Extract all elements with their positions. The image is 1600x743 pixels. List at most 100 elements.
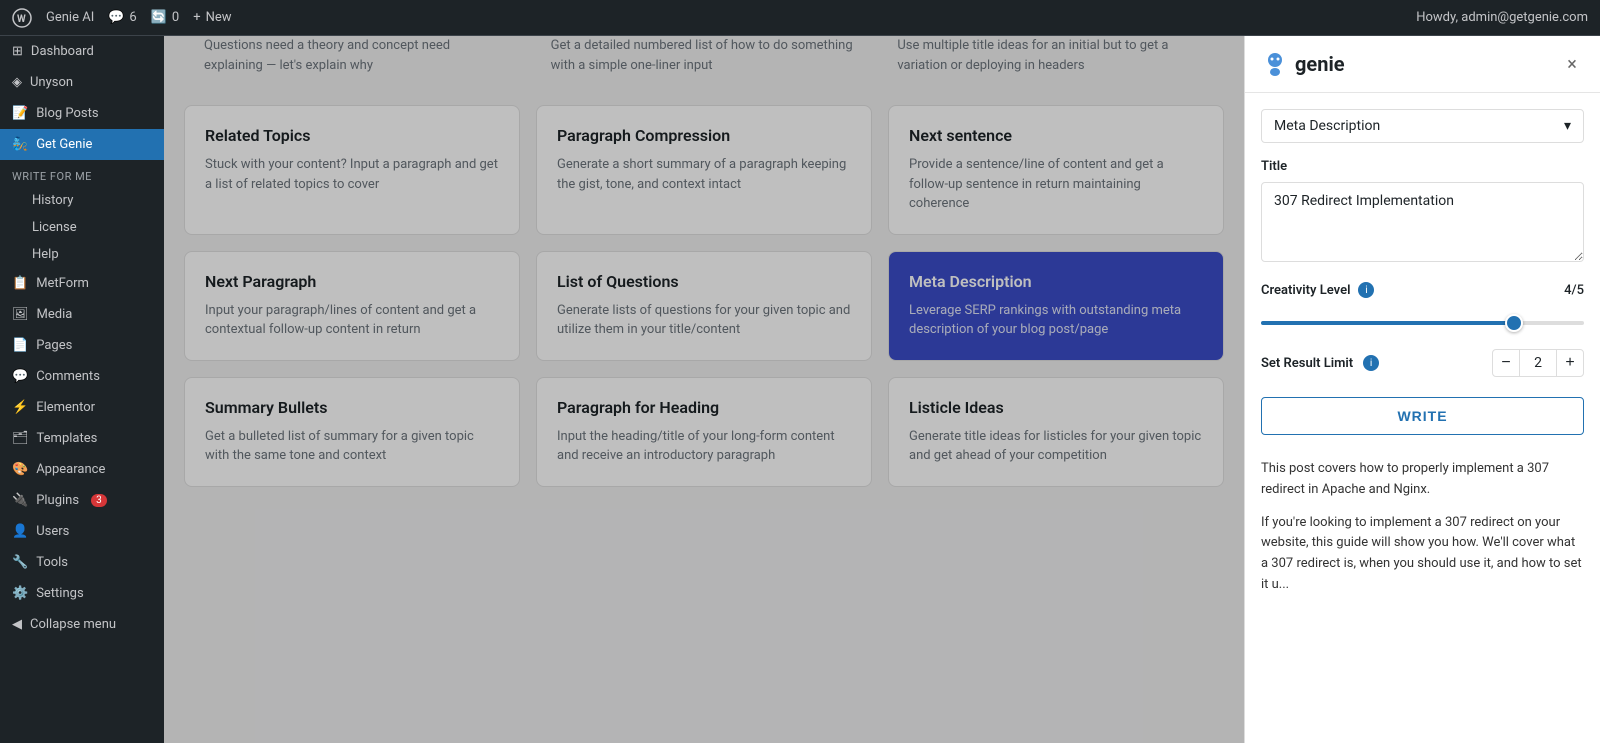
- panel-close-button[interactable]: ×: [1560, 52, 1584, 76]
- collapse-label: Collapse menu: [30, 617, 116, 632]
- cards-area: Related Topics Stuck with your content? …: [164, 85, 1244, 507]
- card-desc-next-sentence: Provide a sentence/line of content and g…: [909, 155, 1203, 214]
- genie-panel-icon: [1261, 50, 1289, 78]
- sidebar-item-help[interactable]: Help: [0, 241, 164, 268]
- partial-top-right: Use multiple title ideas for an initial …: [877, 36, 1224, 85]
- sidebar-item-unyson[interactable]: ◈ Unyson: [0, 67, 164, 98]
- bubble-icon: 💬: [108, 10, 124, 25]
- settings-label: Settings: [36, 586, 83, 601]
- card-desc-paragraph-for-heading: Input the heading/title of your long-for…: [557, 427, 851, 466]
- main-content: Questions need a theory and concept need…: [164, 36, 1244, 743]
- sidebar-item-appearance[interactable]: 🎨 Appearance: [0, 454, 164, 485]
- pages-icon: 📄: [12, 338, 28, 353]
- user-info: Howdy, admin@getgenie.com: [1416, 10, 1588, 25]
- new-link[interactable]: + New: [193, 10, 231, 25]
- appearance-icon: 🎨: [12, 462, 28, 477]
- sidebar-item-comments[interactable]: 💬 Comments: [0, 361, 164, 392]
- template-type-dropdown[interactable]: Meta Description ▾: [1261, 109, 1584, 143]
- result-paragraph: If you're looking to implement a 307 red…: [1261, 513, 1584, 596]
- genie-ai-label: Genie AI: [46, 10, 94, 25]
- cards-grid: Related Topics Stuck with your content? …: [184, 105, 1224, 487]
- card-meta-description[interactable]: Meta Description Leverage SERP rankings …: [888, 251, 1224, 361]
- creativity-info-icon[interactable]: i: [1358, 282, 1374, 298]
- result-limit-row: Set Result Limit i − 2 +: [1261, 349, 1584, 377]
- dashboard-label: Dashboard: [31, 44, 94, 59]
- write-for-me-section: Write for me: [0, 160, 164, 187]
- stepper-value: 2: [1520, 349, 1556, 377]
- site-name[interactable]: Genie AI: [46, 10, 94, 25]
- tools-label: Tools: [36, 555, 68, 570]
- updates-link[interactable]: 🔄 0: [151, 10, 180, 25]
- collapse-icon: ◀: [12, 617, 22, 632]
- card-list-of-questions[interactable]: List of Questions Generate lists of ques…: [536, 251, 872, 361]
- write-button[interactable]: WRITE: [1261, 397, 1584, 435]
- settings-icon: ⚙️: [12, 586, 28, 601]
- media-icon: 🖼: [12, 307, 29, 322]
- svg-text:W: W: [17, 14, 26, 25]
- layout: ⊞ Dashboard ◈ Unyson 📝 Blog Posts 🧞 Get …: [0, 36, 1600, 743]
- comments-link[interactable]: 💬 6: [108, 10, 137, 25]
- admin-bar: W Genie AI 💬 6 🔄 0 + New Howdy, admin@ge…: [0, 0, 1600, 36]
- creativity-slider-container: [1261, 306, 1584, 333]
- comments-label: Comments: [36, 369, 100, 384]
- sidebar-item-pages[interactable]: 📄 Pages: [0, 330, 164, 361]
- creativity-slider[interactable]: [1261, 321, 1584, 325]
- card-next-sentence[interactable]: Next sentence Provide a sentence/line of…: [888, 105, 1224, 235]
- card-title-summary-bullets: Summary Bullets: [205, 398, 499, 417]
- blogposts-icon: 📝: [12, 106, 28, 121]
- panel-body: Meta Description ▾ Title 307 Redirect Im…: [1245, 93, 1600, 743]
- panel-logo-text: genie: [1295, 52, 1345, 76]
- creativity-label: Creativity Level: [1261, 283, 1350, 298]
- comments-count: 6: [129, 10, 136, 25]
- media-label: Media: [37, 307, 73, 322]
- help-label: Help: [32, 247, 59, 262]
- result-paragraph: This post covers how to properly impleme…: [1261, 459, 1584, 501]
- history-label: History: [32, 193, 73, 208]
- card-summary-bullets[interactable]: Summary Bullets Get a bulleted list of s…: [184, 377, 520, 487]
- stepper-decrease-button[interactable]: −: [1492, 349, 1520, 377]
- partial-top-row: Questions need a theory and concept need…: [164, 36, 1244, 85]
- card-title-related-topics: Related Topics: [205, 126, 499, 145]
- card-title-paragraph-compression: Paragraph Compression: [557, 126, 851, 145]
- wp-logo-link[interactable]: W: [12, 8, 32, 28]
- sidebar-item-tools[interactable]: 🔧 Tools: [0, 547, 164, 578]
- title-input[interactable]: 307 Redirect Implementation: [1261, 182, 1584, 262]
- stepper-increase-button[interactable]: +: [1556, 349, 1584, 377]
- blog-posts-label: Blog Posts: [36, 106, 98, 121]
- appearance-label: Appearance: [36, 462, 105, 477]
- plugins-icon: 🔌: [12, 493, 28, 508]
- sidebar-item-templates[interactable]: 🗂 Templates: [0, 423, 164, 454]
- creativity-row: Creativity Level i 4/5: [1261, 282, 1584, 298]
- sidebar-item-users[interactable]: 👤 Users: [0, 516, 164, 547]
- card-desc-next-paragraph: Input your paragraph/lines of content an…: [205, 301, 499, 340]
- sidebar-item-collapse[interactable]: ◀ Collapse menu: [0, 609, 164, 640]
- genie-sidebar-icon: 🧞: [12, 137, 28, 152]
- card-title-meta-description: Meta Description: [909, 272, 1203, 291]
- title-field-label: Title: [1261, 159, 1584, 174]
- card-paragraph-for-heading[interactable]: Paragraph for Heading Input the heading/…: [536, 377, 872, 487]
- howdy-text: Howdy, admin@getgenie.com: [1416, 10, 1588, 25]
- sidebar-item-blog-posts[interactable]: 📝 Blog Posts: [0, 98, 164, 129]
- result-limit-info-icon[interactable]: i: [1363, 355, 1379, 371]
- metform-icon: 📋: [12, 276, 28, 291]
- sidebar-item-license[interactable]: License: [0, 214, 164, 241]
- sidebar-item-plugins[interactable]: 🔌 Plugins 3: [0, 485, 164, 516]
- card-next-paragraph[interactable]: Next Paragraph Input your paragraph/line…: [184, 251, 520, 361]
- card-related-topics[interactable]: Related Topics Stuck with your content? …: [184, 105, 520, 235]
- plus-icon: +: [193, 10, 200, 25]
- sidebar-item-settings[interactable]: ⚙️ Settings: [0, 578, 164, 609]
- card-paragraph-compression[interactable]: Paragraph Compression Generate a short s…: [536, 105, 872, 235]
- sidebar-item-dashboard[interactable]: ⊞ Dashboard: [0, 36, 164, 67]
- result-limit-label: Set Result Limit: [1261, 356, 1353, 371]
- sidebar-item-get-genie[interactable]: 🧞 Get Genie: [0, 129, 164, 160]
- card-title-listicle-ideas: Listicle Ideas: [909, 398, 1203, 417]
- partial-top-middle: Get a detailed numbered list of how to d…: [531, 36, 878, 85]
- sidebar-item-elementor[interactable]: ⚡ Elementor: [0, 392, 164, 423]
- card-desc-list-of-questions: Generate lists of questions for your giv…: [557, 301, 851, 340]
- right-panel: genie × Meta Description ▾ Title 307 Red…: [1244, 36, 1600, 743]
- sidebar-item-metform[interactable]: 📋 MetForm: [0, 268, 164, 299]
- card-listicle-ideas[interactable]: Listicle Ideas Generate title ideas for …: [888, 377, 1224, 487]
- sidebar-item-media[interactable]: 🖼 Media: [0, 299, 164, 330]
- sidebar-item-history[interactable]: History: [0, 187, 164, 214]
- pages-label: Pages: [36, 338, 72, 353]
